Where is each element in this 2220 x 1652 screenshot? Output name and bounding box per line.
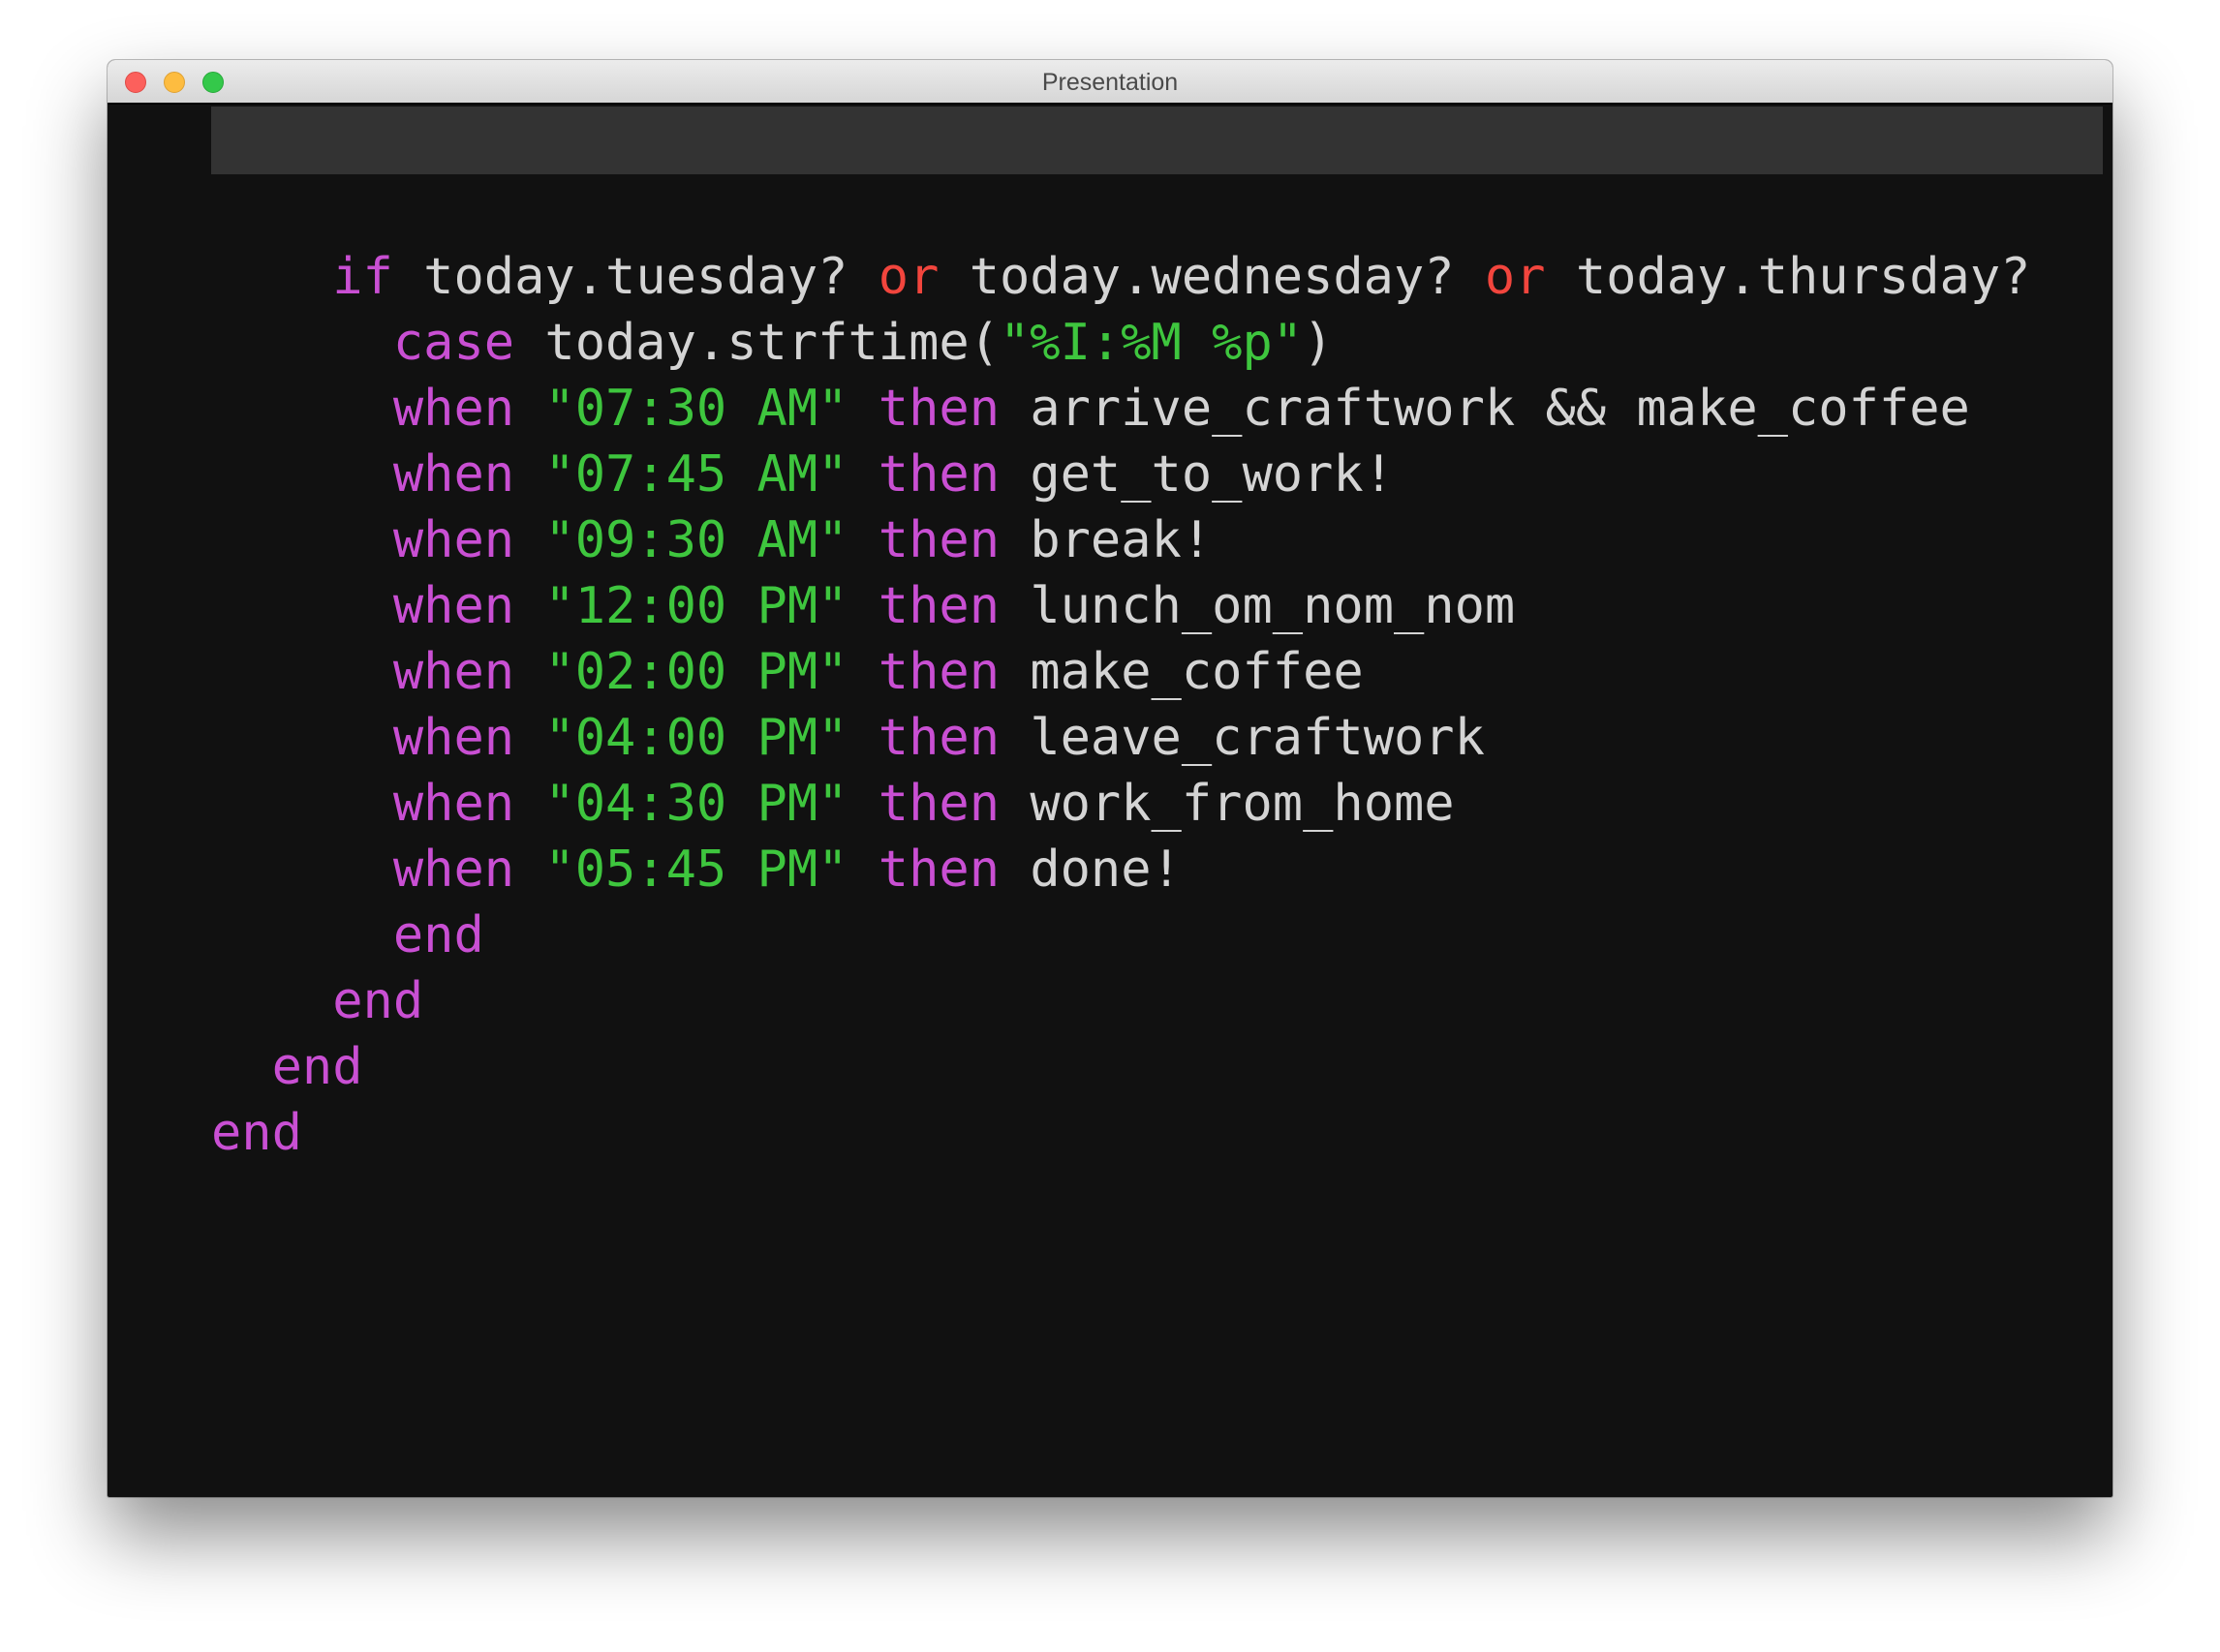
code-text: make_coffee bbox=[1000, 643, 1364, 701]
code-text: leave_craftwork bbox=[1000, 709, 1485, 767]
code-string: "%I:%M %p" bbox=[999, 314, 1304, 372]
code-keyword: when bbox=[392, 380, 515, 438]
code-string: "04:00 PM" bbox=[544, 709, 848, 767]
code-keyword: then bbox=[878, 445, 1001, 504]
code-keyword: when bbox=[392, 709, 515, 767]
code-text: arrive_craftwork && make_coffee bbox=[1000, 380, 1970, 438]
code-line: if today.tuesday? or today.wednesday? or… bbox=[211, 244, 2030, 310]
code-keyword: end bbox=[392, 906, 484, 964]
code-block: if today.tuesday? or today.wednesday? or… bbox=[211, 244, 2030, 1166]
code-string: "05:45 PM" bbox=[544, 841, 848, 899]
code-keyword: case bbox=[392, 314, 515, 372]
code-keyword: if bbox=[332, 248, 393, 306]
code-text: done! bbox=[1000, 841, 1182, 899]
code-keyword: when bbox=[392, 841, 515, 899]
code-line: when "05:45 PM" then done! bbox=[211, 837, 2030, 902]
code-text: today.tuesday? bbox=[392, 248, 879, 306]
code-text: today.thursday? bbox=[1545, 248, 2031, 306]
code-string: "09:30 AM" bbox=[544, 511, 848, 569]
slide-header-bar bbox=[211, 107, 2103, 174]
code-text: get_to_work! bbox=[1000, 445, 1395, 504]
code-string: "07:30 AM" bbox=[544, 380, 848, 438]
code-keyword: end bbox=[211, 1104, 302, 1162]
code-string: "02:00 PM" bbox=[544, 643, 848, 701]
code-keyword: then bbox=[878, 841, 1001, 899]
code-string: "12:00 PM" bbox=[544, 577, 848, 635]
code-line: end bbox=[211, 968, 2030, 1034]
code-text: work_from_home bbox=[1000, 775, 1455, 833]
code-line: when "04:00 PM" then leave_craftwork bbox=[211, 705, 2030, 771]
code-line: when "04:30 PM" then work_from_home bbox=[211, 771, 2030, 837]
code-keyword: end bbox=[332, 972, 424, 1030]
window-title: Presentation bbox=[1041, 69, 1179, 96]
code-keyword: when bbox=[392, 643, 515, 701]
code-line: when "07:30 AM" then arrive_craftwork &&… bbox=[211, 376, 2030, 442]
presentation-window: Presentation if today.tuesday? or today.… bbox=[108, 60, 2112, 1497]
code-line: when "09:30 AM" then break! bbox=[211, 507, 2030, 573]
code-line: end bbox=[211, 1034, 2030, 1100]
code-keyword: then bbox=[878, 511, 1001, 569]
code-keyword: when bbox=[392, 445, 515, 504]
code-line: end bbox=[211, 1100, 2030, 1166]
code-string: "07:45 AM" bbox=[544, 445, 848, 504]
code-keyword: then bbox=[878, 643, 1001, 701]
code-keyword: end bbox=[271, 1038, 363, 1096]
code-keyword: then bbox=[878, 577, 1001, 635]
code-line: case today.strftime("%I:%M %p") bbox=[211, 310, 2030, 376]
code-keyword: when bbox=[392, 775, 515, 833]
code-operator: or bbox=[1484, 248, 1546, 306]
code-keyword: then bbox=[878, 709, 1001, 767]
title-bar[interactable]: Presentation bbox=[108, 60, 2112, 105]
code-text: today.wednesday? bbox=[939, 248, 1485, 306]
code-keyword: when bbox=[392, 511, 515, 569]
code-keyword: when bbox=[392, 577, 515, 635]
code-text: ) bbox=[1303, 314, 1334, 372]
code-string: "04:30 PM" bbox=[544, 775, 848, 833]
code-text: break! bbox=[1000, 511, 1213, 569]
code-keyword: then bbox=[878, 775, 1001, 833]
code-text: lunch_om_nom_nom bbox=[1000, 577, 1516, 635]
code-operator: or bbox=[878, 248, 940, 306]
code-text: today.strftime( bbox=[514, 314, 1000, 372]
code-keyword: then bbox=[878, 380, 1001, 438]
code-line: end bbox=[211, 902, 2030, 968]
code-line: when "07:45 AM" then get_to_work! bbox=[211, 442, 2030, 507]
code-line: when "12:00 PM" then lunch_om_nom_nom bbox=[211, 573, 2030, 639]
code-line: when "02:00 PM" then make_coffee bbox=[211, 639, 2030, 705]
